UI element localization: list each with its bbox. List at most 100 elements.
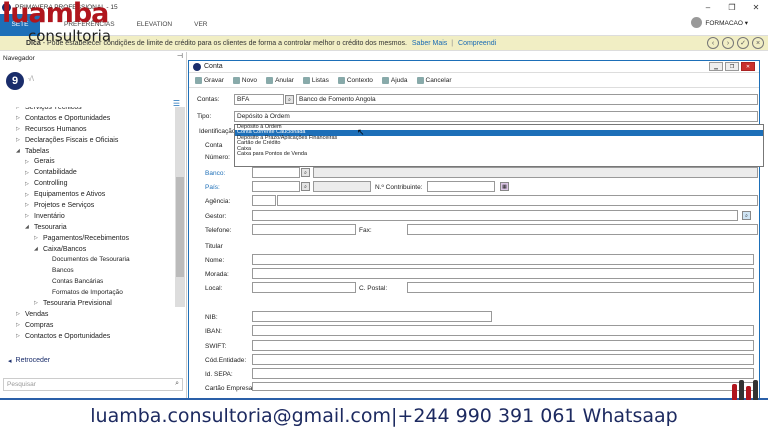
tree-item[interactable]: ▷ Contabilidade xyxy=(0,167,174,178)
collapsed-arrow-icon[interactable]: ▷ xyxy=(25,170,31,176)
pais-search-icon[interactable]: ⌕ xyxy=(301,182,310,191)
conta-name-field[interactable]: Banco de Fomento Angola xyxy=(296,94,758,105)
tip-next-icon[interactable]: › xyxy=(722,37,734,49)
collapsed-arrow-icon[interactable]: ▷ xyxy=(25,181,31,187)
tip-close-icon[interactable]: × xyxy=(752,37,764,49)
banco-label[interactable]: Banco: xyxy=(205,170,225,177)
tree-item[interactable]: ◢ Caixa/Bancos xyxy=(0,244,174,255)
entidade-field[interactable] xyxy=(252,354,754,365)
iban-field[interactable] xyxy=(252,325,754,336)
tree-item[interactable]: ▷ Gerais xyxy=(0,156,174,167)
tree-item[interactable]: ◢ Tabelas xyxy=(0,146,174,157)
expanded-arrow-icon[interactable]: ◢ xyxy=(25,224,31,230)
ajuda-button[interactable]: Ajuda xyxy=(381,76,408,84)
gestor-field[interactable] xyxy=(252,210,738,221)
collapsed-arrow-icon[interactable]: ▷ xyxy=(16,333,22,339)
menu-elevation[interactable]: ELEVATION xyxy=(137,21,173,28)
collapsed-arrow-icon[interactable]: ▷ xyxy=(25,202,31,208)
conta-restore-button[interactable]: ❐ xyxy=(725,62,739,71)
collapsed-arrow-icon[interactable]: ▷ xyxy=(16,322,22,328)
saber-mais-link[interactable]: Saber Mais xyxy=(412,40,447,47)
collapsed-arrow-icon[interactable]: ▷ xyxy=(25,213,31,219)
pais-code-field[interactable] xyxy=(252,181,300,192)
collapsed-arrow-icon[interactable]: ▷ xyxy=(16,107,22,110)
gravar-button[interactable]: Gravar xyxy=(195,76,224,84)
agencia-code-field[interactable] xyxy=(252,195,276,206)
collapsed-arrow-icon[interactable]: ▷ xyxy=(16,137,22,143)
search-input[interactable]: Pesquisar ⌕ xyxy=(3,378,183,391)
cartao-field[interactable] xyxy=(252,382,754,391)
agencia-field[interactable] xyxy=(277,195,758,206)
swift-field[interactable] xyxy=(252,340,754,351)
tip-check-icon[interactable]: ✓ xyxy=(737,37,749,49)
local-field[interactable] xyxy=(252,282,356,293)
contribuinte-action-icon[interactable]: ▦ xyxy=(500,182,509,191)
pin-icon[interactable]: ⊣ xyxy=(177,52,183,60)
collapsed-arrow-icon[interactable]: ▷ xyxy=(34,235,40,241)
tipo-select[interactable]: Depósito à Ordem xyxy=(234,111,758,122)
maximize-button[interactable]: ❐ xyxy=(720,0,744,14)
nome-field[interactable] xyxy=(252,254,754,265)
tree-item[interactable]: ▷ Inventário xyxy=(0,211,174,222)
conta-minimize-button[interactable]: ▁ xyxy=(709,62,723,71)
tip-prev-icon[interactable]: ‹ xyxy=(707,37,719,49)
tree-item[interactable]: ▷ Projetos e Serviços xyxy=(0,200,174,211)
retroceder-button[interactable]: ◂ Retroceder xyxy=(8,357,50,365)
pais-label[interactable]: País: xyxy=(205,184,220,191)
conta-code-field[interactable]: BFA xyxy=(234,94,284,105)
tree-item[interactable]: Bancos xyxy=(0,265,174,276)
tree-item[interactable]: ▷ Recursos Humanos xyxy=(0,124,174,135)
morada-field[interactable] xyxy=(252,268,754,279)
novo-button[interactable]: Novo xyxy=(232,76,257,84)
collapsed-arrow-icon[interactable]: ▷ xyxy=(16,126,22,132)
tree-item[interactable]: ▷ Vendas xyxy=(0,309,174,320)
telefone-field[interactable] xyxy=(252,224,356,235)
contexto-button[interactable]: Contexto xyxy=(337,76,373,84)
conta-search-icon[interactable]: ⌕ xyxy=(285,95,294,104)
tree-item[interactable]: ▷ Contactos e Oportunidades xyxy=(0,113,174,124)
collapsed-arrow-icon[interactable]: ▷ xyxy=(34,300,40,306)
cancelar-button[interactable]: Cancelar xyxy=(416,76,452,84)
listas-button[interactable]: Listas xyxy=(302,76,329,84)
tree-item-label: Inventário xyxy=(34,212,65,220)
tree-item[interactable]: ▷ Contactos e Oportunidades xyxy=(0,331,174,342)
tree-item[interactable]: ▷ Equipamentos e Ativos xyxy=(0,189,174,200)
nib-field[interactable] xyxy=(252,311,492,322)
menu-ver[interactable]: VER xyxy=(194,21,207,28)
anular-button[interactable]: Anular xyxy=(266,76,294,84)
expanded-arrow-icon[interactable]: ◢ xyxy=(16,148,22,154)
tree-item[interactable]: ◢ Tesouraria xyxy=(0,222,174,233)
tree-scrollbar-thumb[interactable] xyxy=(176,177,184,277)
collapsed-arrow-icon[interactable]: ▷ xyxy=(16,115,22,121)
tree-item[interactable]: Formatos de Importação xyxy=(0,287,174,298)
collapsed-arrow-icon[interactable]: ▷ xyxy=(25,159,31,165)
iban-label: IBAN: xyxy=(205,328,222,335)
tree-item[interactable]: ▷ Declarações Fiscais e Oficiais xyxy=(0,135,174,146)
banco-search-icon[interactable]: ⌕ xyxy=(301,168,310,177)
minimize-button[interactable]: – xyxy=(696,0,720,14)
close-button[interactable]: ✕ xyxy=(744,0,768,14)
cpostal-field[interactable] xyxy=(407,282,754,293)
gestor-action-icon[interactable]: ⌕ xyxy=(742,211,751,220)
tree-item[interactable]: ▷ Compras xyxy=(0,320,174,331)
tipo-option[interactable]: Caixa para Pontos de Venda xyxy=(235,151,763,157)
tree-item[interactable]: Documentos de Tesouraria xyxy=(0,254,174,265)
collapsed-arrow-icon[interactable]: ▷ xyxy=(16,311,22,317)
tree-item[interactable]: ▷ Controlling xyxy=(0,178,174,189)
conta-close-button[interactable]: ✕ xyxy=(741,62,755,71)
tree-scrollbar[interactable] xyxy=(175,107,185,307)
contribuinte-field[interactable] xyxy=(427,181,495,192)
collapsed-arrow-icon[interactable]: ▷ xyxy=(25,192,31,198)
compreendi-link[interactable]: Compreendi xyxy=(458,40,496,47)
search-icon[interactable]: ⌕ xyxy=(175,380,179,388)
banco-code-field[interactable] xyxy=(252,167,300,178)
expanded-arrow-icon[interactable]: ◢ xyxy=(34,246,40,252)
tree-item[interactable]: Contas Bancárias xyxy=(0,276,174,287)
user-menu[interactable]: FORMACAO ▾ xyxy=(691,17,748,28)
tree-item[interactable]: ▷ Tesouraria Previsional xyxy=(0,298,174,309)
sepa-field[interactable] xyxy=(252,368,754,379)
tree-item-label: Vendas xyxy=(25,310,49,318)
fax-field[interactable] xyxy=(407,224,758,235)
gravar-label: Gravar xyxy=(204,76,224,84)
tree-item[interactable]: ▷ Pagamentos/Recebimentos xyxy=(0,233,174,244)
